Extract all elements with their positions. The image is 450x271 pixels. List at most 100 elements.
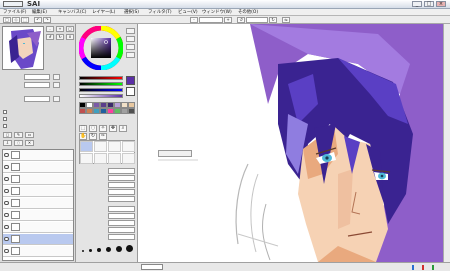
param-field[interactable] <box>108 227 135 233</box>
param-field[interactable] <box>108 196 135 202</box>
clear-layer-icon[interactable]: ◌ <box>14 140 23 146</box>
brush-size-preset[interactable] <box>89 249 92 252</box>
layer-row[interactable] <box>3 174 73 185</box>
layer-row[interactable] <box>3 186 73 197</box>
menu-edit[interactable]: 編集(E) <box>32 9 47 16</box>
layer-row[interactable] <box>3 198 73 209</box>
color-mode-rgb-toggle[interactable] <box>126 36 135 42</box>
visibility-eye-icon[interactable] <box>4 249 9 253</box>
visibility-eye-icon[interactable] <box>4 225 9 229</box>
color-swatch[interactable] <box>79 108 86 114</box>
sub-color-swatch[interactable] <box>126 87 135 96</box>
magic-wand-icon[interactable]: ✧ <box>99 125 107 132</box>
zoom-field[interactable] <box>199 17 223 23</box>
redo-icon[interactable]: ↷ <box>43 17 51 23</box>
nav-zoom-out-icon[interactable]: - <box>46 26 54 32</box>
brush-cell[interactable] <box>122 153 135 164</box>
param-field[interactable] <box>108 206 135 212</box>
option-checkbox-1[interactable] <box>3 110 7 114</box>
param-field[interactable] <box>108 220 135 226</box>
layer-row[interactable] <box>3 162 73 173</box>
brush-cell[interactable] <box>122 141 135 152</box>
param-field[interactable] <box>108 189 135 195</box>
nav-reset-icon[interactable]: 0 <box>66 34 74 40</box>
menu-layer[interactable]: レイヤー(L) <box>92 9 115 16</box>
menu-window[interactable]: ウィンドウ(W) <box>202 9 232 16</box>
main-color-swatch[interactable] <box>126 76 135 85</box>
param-field[interactable] <box>108 234 135 240</box>
brush-size-preset[interactable] <box>126 245 133 252</box>
selection-toggle-icon[interactable]: □ <box>3 17 11 23</box>
color-mode-hsv-toggle[interactable] <box>126 44 135 50</box>
green-slider[interactable] <box>79 82 123 86</box>
menu-select[interactable]: 選択(S) <box>124 9 139 16</box>
color-swatch[interactable] <box>93 108 100 114</box>
brush-cell[interactable] <box>94 153 107 164</box>
rotation-angle-chip[interactable] <box>158 150 192 157</box>
angle-field[interactable] <box>246 17 268 23</box>
layer-row[interactable] <box>3 210 73 221</box>
brush-cell[interactable] <box>108 141 121 152</box>
color-wheel[interactable] <box>78 25 124 71</box>
transform-icon[interactable]: ◇ <box>12 17 20 23</box>
visibility-eye-icon[interactable] <box>4 213 9 217</box>
nav-zoom-in-icon[interactable]: + <box>56 26 64 32</box>
menu-canvas[interactable]: キャンバス(C) <box>58 9 86 16</box>
layer-row[interactable] <box>3 222 73 233</box>
color-mode-wheel-toggle[interactable] <box>126 28 135 34</box>
color-swatch[interactable] <box>128 108 135 114</box>
row-field-1[interactable] <box>24 74 50 80</box>
brush-cell[interactable] <box>80 141 93 152</box>
layer-row-selected[interactable] <box>3 234 73 245</box>
move-icon[interactable]: ✥ <box>109 125 117 132</box>
zoom-in-icon[interactable]: + <box>224 17 232 23</box>
lasso-icon[interactable]: ◌ <box>89 125 97 132</box>
row-button-3[interactable] <box>53 96 60 102</box>
option-checkbox-3[interactable] <box>3 124 7 128</box>
color-swatch[interactable] <box>86 108 93 114</box>
nav-rotate-right-icon[interactable]: ↻ <box>56 34 64 40</box>
select-rect-icon[interactable]: ⬚ <box>79 125 87 132</box>
flip-icon[interactable]: ⇋ <box>282 17 290 23</box>
option-checkbox-2[interactable] <box>3 117 7 121</box>
brush-cell[interactable] <box>108 153 121 164</box>
color-mode-swatch-toggle[interactable] <box>126 52 135 58</box>
visibility-eye-icon[interactable] <box>4 201 9 205</box>
blue-slider[interactable] <box>79 88 123 92</box>
visibility-eye-icon[interactable] <box>4 165 9 169</box>
layer-row[interactable] <box>3 150 73 161</box>
brush-cell[interactable] <box>80 153 93 164</box>
deselect-icon[interactable]: ⬚ <box>21 17 29 23</box>
color-swatch[interactable] <box>107 108 114 114</box>
param-field[interactable] <box>108 182 135 188</box>
color-swatch[interactable] <box>121 108 128 114</box>
new-linework-icon[interactable]: ✎ <box>14 132 23 138</box>
color-swatch[interactable] <box>100 108 107 114</box>
param-field[interactable] <box>108 168 135 174</box>
row-button-2[interactable] <box>53 82 60 88</box>
new-layer-icon[interactable]: ▢ <box>3 132 12 138</box>
row-field-2[interactable] <box>24 82 50 88</box>
delete-layer-icon[interactable]: ✕ <box>25 140 34 146</box>
brush-size-preset[interactable] <box>106 247 111 252</box>
brush-size-preset[interactable] <box>82 250 84 252</box>
eyedropper-icon[interactable]: ✑ <box>99 133 107 140</box>
vertical-scrollbar[interactable] <box>443 24 450 262</box>
minimize-button[interactable]: _ <box>412 1 422 7</box>
brush-size-preset[interactable] <box>116 246 122 252</box>
navigator-preview[interactable] <box>2 26 44 70</box>
nav-fit-icon[interactable]: □ <box>66 26 74 32</box>
rotate-right-icon[interactable]: ↻ <box>269 17 277 23</box>
rotate-icon[interactable]: ↻ <box>89 133 97 140</box>
row-button-1[interactable] <box>53 74 60 80</box>
close-button[interactable]: × <box>436 1 446 7</box>
hand-icon[interactable]: ✋ <box>79 133 87 140</box>
merge-layer-icon[interactable]: ⇩ <box>3 140 12 146</box>
new-folder-icon[interactable]: ▭ <box>25 132 34 138</box>
visibility-eye-icon[interactable] <box>4 177 9 181</box>
menu-filter[interactable]: フィルタ(T) <box>148 9 172 16</box>
visibility-eye-icon[interactable] <box>4 153 9 157</box>
menu-view[interactable]: ビュー(V) <box>178 9 198 16</box>
color-swatch[interactable] <box>114 108 121 114</box>
rotate-left-icon[interactable]: ↺ <box>237 17 245 23</box>
